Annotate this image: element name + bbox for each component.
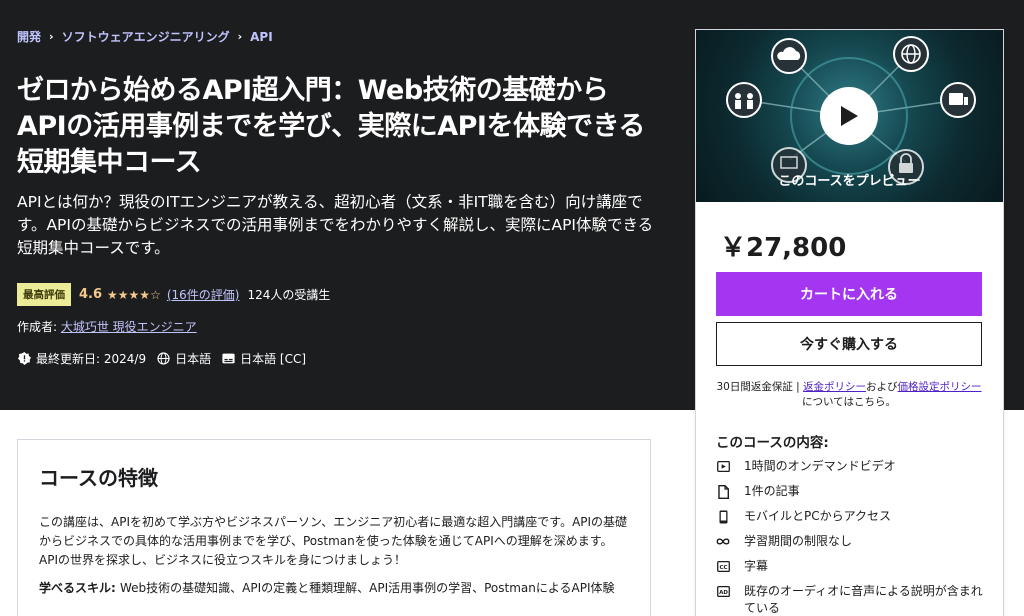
pricing-policy-link[interactable]: 価格設定ポリシー — [898, 381, 982, 393]
add-to-cart-button[interactable]: カートに入れる — [716, 272, 982, 316]
breadcrumb: 開発 › ソフトウェアエンジニアリング › API — [17, 28, 273, 45]
course-preview[interactable]: このコースをプレビュー — [696, 30, 1003, 202]
list-item: 学習期間の制限なし — [716, 533, 986, 550]
list-item-label: 学習期間の制限なし — [744, 534, 853, 548]
author-line: 作成者: 大城巧世 現役エンジニア — [17, 318, 197, 335]
guarantee-prefix: 30日間返金保証 | — [716, 381, 804, 393]
course-features: コースの特徴 この講座は、APIを初めて学ぶ方やビジネスパーソン、エンジニア初心… — [17, 439, 651, 616]
infinity-icon — [716, 533, 730, 550]
skills-label: 学べるスキル: — [39, 581, 120, 595]
globe-icon — [156, 352, 170, 366]
features-heading: コースの特徴 — [39, 466, 158, 490]
skills-text: Web技術の基礎知識、APIの定義と種類理解、API活用事例の学習、Postma… — [119, 581, 615, 595]
language-text: 日本語 — [175, 352, 212, 366]
guarantee-and: および — [866, 381, 898, 393]
course-meta: 最終更新日: 2024/9 日本語 日本語 [CC] — [17, 350, 316, 367]
captions-icon: CC — [716, 558, 730, 575]
captions-text: 日本語 [CC] — [240, 352, 307, 366]
list-item-label: 1件の記事 — [744, 484, 800, 498]
bestseller-badge: 最高評価 — [17, 283, 71, 306]
last-updated-text: 最終更新日: 2024/9 — [36, 352, 147, 366]
course-subtitle: APIとは何か？現役のITエンジニアが教える、超初心者（文系・非IT職を含む）向… — [17, 193, 654, 257]
list-item: 1時間のオンデマンドビデオ — [716, 458, 986, 475]
list-item-label: 1時間のオンデマンドビデオ — [744, 459, 896, 473]
alert-badge-icon — [17, 352, 31, 366]
play-icon — [841, 106, 858, 126]
last-updated: 最終更新日: 2024/9 — [17, 350, 146, 367]
list-item: モバイルとPCからアクセス — [716, 508, 986, 525]
list-item: CC 字幕 — [716, 558, 986, 575]
refund-policy-link[interactable]: 返金ポリシー — [803, 381, 866, 393]
svg-text:AD: AD — [719, 590, 728, 596]
rating-value: 4.6 — [79, 287, 103, 302]
author-prefix: 作成者: — [17, 320, 61, 334]
list-item-label: 字幕 — [744, 559, 769, 573]
rating-row: 最高評価 4.6 ★★★★☆ (16件の評価) 124人の受講生 — [17, 283, 330, 306]
features-description: この講座は、APIを初めて学ぶ方やビジネスパーソン、エンジニア初心者に最適な超入… — [39, 515, 628, 567]
list-item-label: 既存のオーディオに音声による説明が含まれている — [744, 584, 983, 615]
audio-description-icon: AD — [716, 583, 730, 600]
student-count: 124人の受講生 — [247, 288, 331, 302]
breadcrumb-item-software-engineering[interactable]: ソフトウェアエンジニアリング — [62, 28, 230, 45]
star-rating-icon: ★★★★☆ — [107, 287, 161, 302]
course-title: ゼロから始めるAPI超入門：Web技術の基礎からAPIの活用事例までを学び、実際… — [17, 75, 645, 178]
mobile-icon — [716, 508, 730, 525]
course-captions: 日本語 [CC] — [221, 350, 306, 367]
features-skills: 学べるスキル: Web技術の基礎知識、APIの定義と種類理解、API活用事例の学… — [39, 579, 631, 598]
includes-list: 1時間のオンデマンドビデオ 1件の記事 モバイルとPCからアクセス 学習期間の制… — [716, 458, 986, 616]
video-icon — [716, 458, 730, 475]
breadcrumb-item-api[interactable]: API — [250, 30, 273, 44]
preview-label: このコースをプレビュー — [778, 174, 921, 189]
list-item-label: モバイルとPCからアクセス — [744, 509, 892, 523]
includes-title: このコースの内容: — [716, 435, 829, 451]
svg-text:CC: CC — [719, 565, 727, 571]
play-button[interactable] — [820, 87, 878, 145]
course-language: 日本語 — [156, 350, 211, 367]
guarantee-suffix: についてはこちら。 — [802, 396, 896, 408]
money-back-guarantee: 30日間返金保証 | 返金ポリシーおよび価格設定ポリシーについてはこちら。 — [716, 380, 982, 410]
author-link[interactable]: 大城巧世 現役エンジニア — [61, 320, 197, 334]
list-item: 1件の記事 — [716, 483, 986, 500]
list-item: AD 既存のオーディオに音声による説明が含まれている — [716, 583, 986, 616]
chevron-right-icon: › — [237, 30, 243, 43]
purchase-card: このコースをプレビュー ￥27,800 カートに入れる 今すぐ購入する 30日間… — [695, 29, 1004, 616]
course-price: ￥27,800 — [720, 233, 847, 263]
article-icon — [716, 483, 730, 500]
chevron-right-icon: › — [49, 30, 54, 43]
reviews-link[interactable]: (16件の評価) — [167, 286, 240, 303]
breadcrumb-item-development[interactable]: 開発 — [17, 28, 41, 45]
captions-icon — [221, 352, 235, 366]
buy-now-button[interactable]: 今すぐ購入する — [716, 322, 982, 366]
